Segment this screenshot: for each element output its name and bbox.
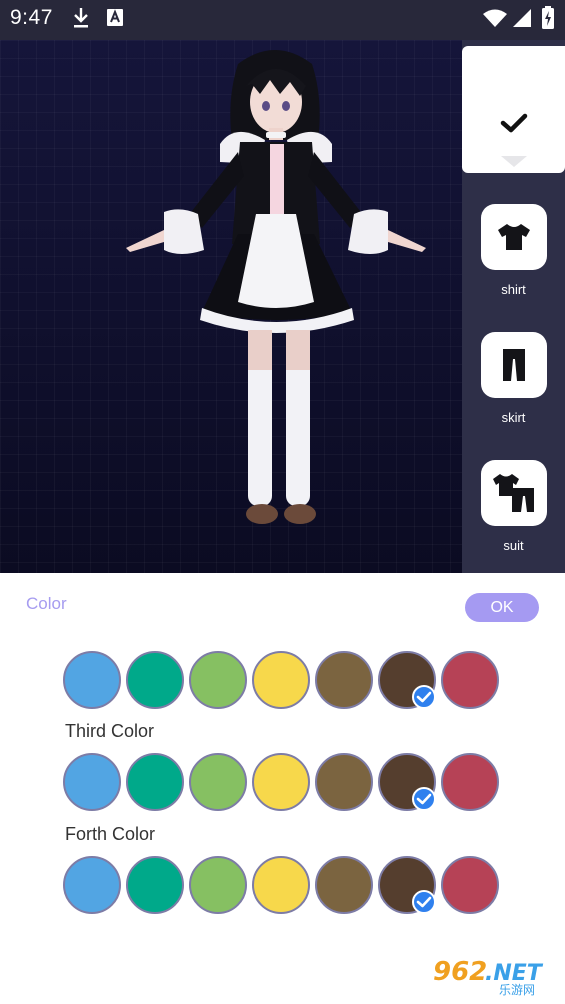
color-row-forth	[0, 856, 565, 916]
category-suit-button[interactable]	[481, 460, 547, 526]
category-shirt-button[interactable]	[481, 204, 547, 270]
ok-button[interactable]: OK	[465, 593, 539, 622]
category-shirt-label: shirt	[501, 282, 526, 297]
color-swatch[interactable]	[252, 856, 310, 914]
status-bar: 9:47	[0, 0, 565, 40]
color-swatch[interactable]	[63, 651, 121, 709]
confirm-button[interactable]	[462, 46, 565, 173]
color-swatch[interactable]	[63, 753, 121, 811]
shirt-icon	[496, 222, 532, 257]
category-skirt-label: skirt	[501, 410, 526, 425]
color-swatch[interactable]	[378, 753, 436, 811]
color-row-third	[0, 753, 565, 813]
color-row-1	[0, 651, 565, 711]
third-color-label: Third Color	[65, 721, 155, 741]
color-swatch[interactable]	[315, 753, 373, 811]
character-model[interactable]	[120, 44, 430, 530]
download-icon	[72, 6, 90, 35]
color-swatch[interactable]	[315, 856, 373, 914]
check-icon	[500, 112, 528, 139]
category-panel: shirt skirt suit	[462, 40, 565, 573]
selected-check-icon	[412, 787, 436, 811]
chevron-down-icon	[501, 154, 527, 173]
svg-text:962: 962	[433, 957, 487, 987]
font-app-icon	[106, 6, 124, 35]
selected-check-icon	[412, 890, 436, 914]
character-viewport[interactable]	[0, 40, 462, 573]
color-swatch[interactable]	[252, 651, 310, 709]
battery-charging-icon	[541, 6, 555, 35]
color-swatch[interactable]	[189, 856, 247, 914]
skirt-icon	[501, 349, 527, 386]
color-swatch[interactable]	[315, 651, 373, 709]
color-swatch[interactable]	[126, 651, 184, 709]
color-swatch[interactable]	[126, 753, 184, 811]
color-swatch[interactable]	[378, 856, 436, 914]
wifi-icon	[482, 8, 508, 33]
status-time: 9:47	[10, 6, 53, 29]
selected-check-icon	[412, 685, 436, 709]
suit-icon	[492, 472, 536, 519]
color-swatch[interactable]	[189, 651, 247, 709]
category-skirt-button[interactable]	[481, 332, 547, 398]
color-swatch[interactable]	[126, 856, 184, 914]
color-swatch[interactable]	[378, 651, 436, 709]
color-swatch[interactable]	[441, 753, 499, 811]
forth-color-label: Forth Color	[65, 824, 156, 844]
svg-text:乐游网: 乐游网	[499, 983, 535, 997]
color-swatch[interactable]	[441, 856, 499, 914]
color-swatch[interactable]	[63, 856, 121, 914]
color-swatch[interactable]	[252, 753, 310, 811]
color-panel-title: Color	[26, 594, 67, 613]
color-swatch[interactable]	[189, 753, 247, 811]
category-suit-label: suit	[503, 538, 524, 553]
color-swatch[interactable]	[441, 651, 499, 709]
watermark-logo: 962 .NET 乐游网	[425, 950, 559, 998]
signal-icon	[512, 8, 532, 33]
